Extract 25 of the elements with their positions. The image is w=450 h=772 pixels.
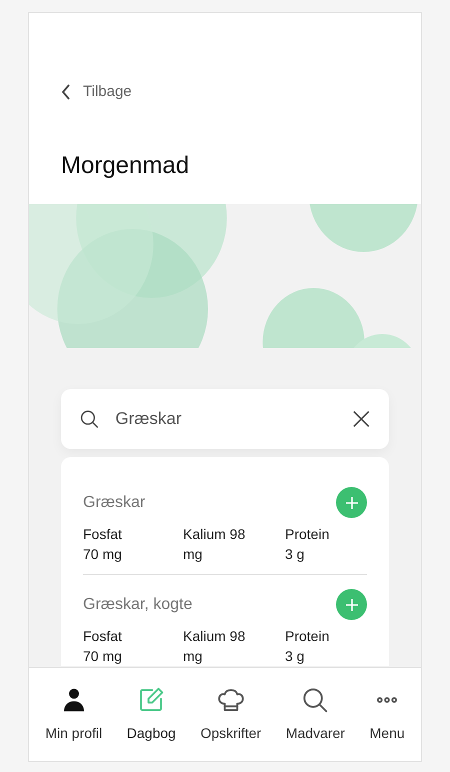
nav-tab[interactable]: Madvarer — [286, 685, 345, 744]
plus-icon — [346, 598, 358, 610]
nutrient-value: Fosfat 70 mg — [83, 627, 123, 666]
search-field[interactable]: Græskar — [61, 389, 389, 449]
nav-tab[interactable]: Dagbog — [126, 685, 176, 744]
nav-tab[interactable]: Opskrifter — [200, 685, 262, 744]
chevron-left-icon — [61, 84, 71, 100]
search-icon — [79, 408, 100, 430]
nav-tab[interactable]: Menu — [370, 685, 405, 744]
more-icon — [376, 697, 398, 703]
add-button[interactable] — [336, 487, 367, 518]
food-name: Græskar, kogte — [83, 594, 192, 614]
back-link[interactable]: Tilbage — [61, 81, 132, 104]
nutrient-value: Fosfat 70 mg — [83, 525, 123, 564]
nav-tab[interactable]: Min profil — [45, 685, 102, 744]
plus-icon — [346, 496, 358, 508]
nutrient-value: Kalium 98 mg — [183, 525, 246, 564]
add-button[interactable] — [336, 589, 367, 620]
close-icon[interactable] — [352, 409, 371, 429]
page-title: Morgenmad — [61, 150, 190, 180]
nutrient-value: Protein 3 g — [285, 627, 330, 666]
nutrient-value: Kalium 98 mg — [183, 627, 246, 666]
food-name: Græskar — [83, 492, 146, 512]
search-input[interactable]: Græskar — [115, 406, 336, 432]
nutrient-value: Protein 3 g — [285, 525, 330, 564]
